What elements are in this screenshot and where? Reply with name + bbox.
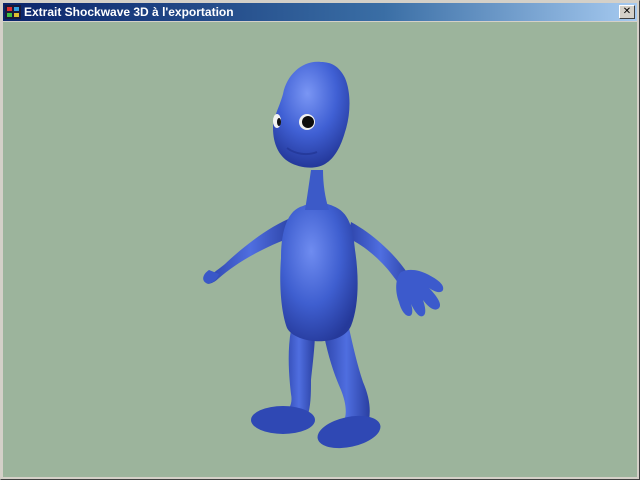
alien-head [273, 61, 350, 168]
alien-neck [305, 170, 329, 210]
shockwave-app-icon [5, 5, 21, 19]
alien-torso [280, 203, 358, 342]
alien-right-hand [396, 269, 444, 317]
window-title: Extrait Shockwave 3D à l'exportation [24, 5, 234, 19]
close-icon: ✕ [622, 6, 632, 17]
shockwave-window: Extrait Shockwave 3D à l'exportation ✕ [0, 0, 640, 480]
alien-left-leg [283, 330, 315, 418]
alien-left-foot [251, 406, 315, 434]
alien-left-pupil [277, 118, 281, 126]
close-button[interactable]: ✕ [619, 5, 635, 19]
alien-right-pupil [302, 116, 314, 128]
alien-right-foot [317, 415, 381, 449]
3d-viewport[interactable] [3, 22, 637, 477]
alien-right-leg [323, 328, 370, 420]
alien-model-render [203, 61, 444, 449]
title-bar[interactable]: Extrait Shockwave 3D à l'exportation ✕ [3, 3, 637, 21]
